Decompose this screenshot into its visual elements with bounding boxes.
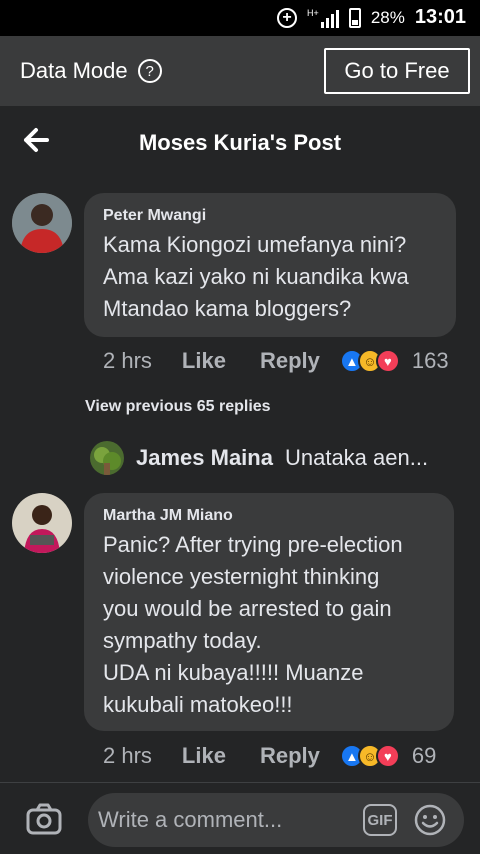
comment-composer: GIF (0, 782, 480, 854)
data-mode-label[interactable]: Data Mode ? (20, 58, 162, 84)
like-button[interactable]: Like (182, 743, 226, 769)
page-title: Moses Kuria's Post (138, 130, 342, 155)
comment-time[interactable]: 2 hrs (103, 348, 152, 374)
comment-line: violence yesternight thinking (103, 564, 380, 589)
reaction-count[interactable]: 69 (412, 743, 436, 769)
reactions[interactable]: ▲ ☺ ♥ (339, 744, 400, 768)
reply-preview[interactable]: James Maina Unataka aen... (90, 440, 460, 476)
love-reaction-icon: ♥ (375, 744, 400, 768)
comment-line: Panic? After trying pre-election (103, 532, 403, 557)
comment-text: Panic? After trying pre-election violenc… (103, 529, 454, 721)
avatar[interactable] (12, 493, 72, 553)
avatar-photo (90, 441, 124, 475)
comment-line: sympathy today. (103, 628, 262, 653)
comment-bubble[interactable]: Peter Mwangi Kama Kiongozi umefanya nini… (84, 193, 456, 337)
data-mode-bar: Data Mode ? Go to Free (0, 36, 480, 106)
comment-input-box[interactable]: GIF (88, 793, 464, 847)
reply-button[interactable]: Reply (260, 348, 320, 374)
comment-time[interactable]: 2 hrs (103, 743, 152, 769)
comment-line: UDA ni kubaya!!!!! Muanze (103, 660, 364, 685)
help-icon[interactable]: ? (137, 59, 162, 83)
comment-line: Kama Kiongozi umefanya nini? (103, 232, 407, 257)
plus-circle-icon: + (277, 7, 298, 28)
data-mode-text: Data Mode (20, 58, 128, 83)
comment-line: you would be arrested to gain (103, 596, 392, 621)
avatar (90, 441, 124, 475)
comment-input[interactable] (98, 801, 358, 839)
love-reaction-icon: ♥ (375, 349, 400, 373)
comment-bubble[interactable]: Martha JM Miano Panic? After trying pre-… (84, 493, 454, 731)
battery-percent: 28% (370, 7, 405, 27)
like-button[interactable]: Like (182, 348, 226, 374)
battery-icon (348, 7, 361, 28)
avatar[interactable] (12, 193, 72, 253)
post-header: Moses Kuria's Post (0, 106, 480, 176)
reply-snippet: Unataka aen... (284, 445, 429, 470)
reply-button[interactable]: Reply (260, 743, 320, 769)
comment-line: Mtandao kama bloggers? (103, 296, 352, 321)
status-bar: + H+ 28% 13:01 (0, 0, 480, 36)
emoji-icon[interactable] (414, 804, 446, 836)
network-type: H+ (307, 7, 319, 18)
comment-author[interactable]: Martha JM Miano (103, 507, 454, 525)
reaction-count[interactable]: 163 (412, 348, 449, 374)
signal-icon: H+ (307, 8, 339, 28)
comment-author[interactable]: Peter Mwangi (103, 207, 456, 225)
avatar-photo (12, 193, 72, 253)
camera-icon[interactable] (26, 803, 62, 835)
comment-meta: 2 hrs Like Reply ▲ ☺ ♥ 69 (103, 743, 436, 769)
avatar-photo (12, 493, 72, 553)
go-to-free-button[interactable]: Go to Free (324, 48, 470, 94)
reactions[interactable]: ▲ ☺ ♥ (339, 349, 400, 373)
reply-author[interactable]: James Maina (136, 445, 273, 471)
comment-text: Kama Kiongozi umefanya nini? Ama kazi ya… (103, 229, 456, 325)
comment-line: Ama kazi yako ni kuandika kwa (103, 264, 409, 289)
comment-meta: 2 hrs Like Reply ▲ ☺ ♥ 163 (103, 348, 449, 374)
view-previous-replies-link[interactable]: View previous 65 replies (85, 398, 271, 416)
gif-icon[interactable]: GIF (363, 804, 397, 836)
comment-line: kukubali matokeo!!! (103, 692, 293, 717)
clock: 13:01 (414, 6, 466, 28)
